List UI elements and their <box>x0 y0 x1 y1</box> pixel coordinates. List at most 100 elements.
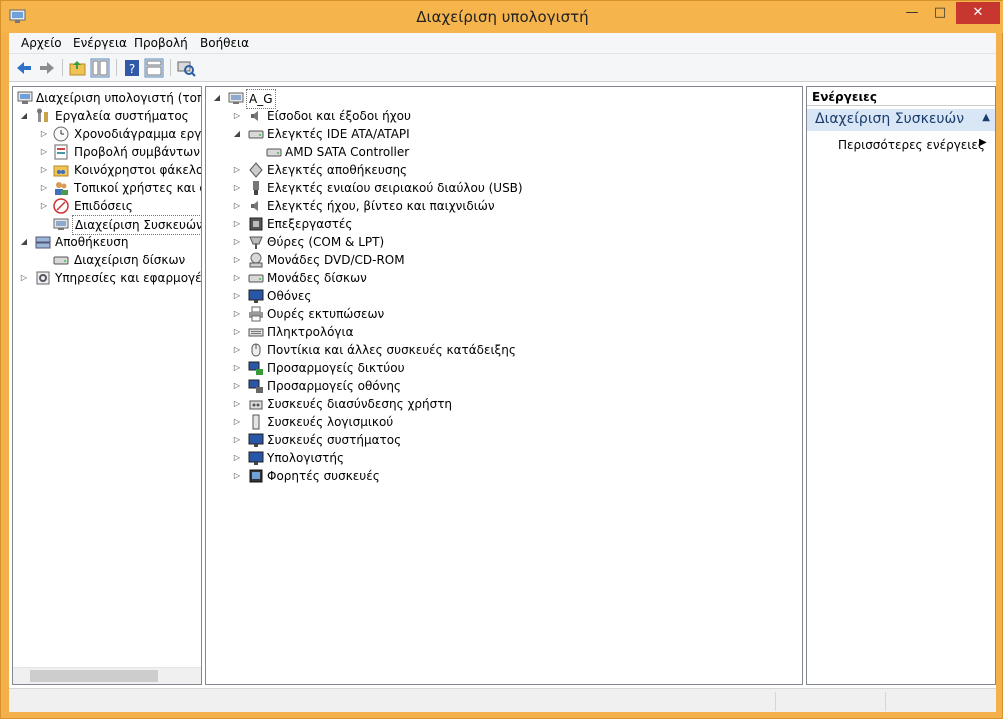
horizontal-scrollbar[interactable] <box>13 667 201 684</box>
tools-icon <box>37 108 48 122</box>
device-category-row[interactable]: ▷ Ελεγκτές ήχου, βίντεο και παιχνιδιών <box>208 197 798 215</box>
show-hide-tree-icon[interactable] <box>90 58 110 78</box>
collapse-arrow-icon[interactable]: ◢ <box>212 89 222 107</box>
collapse-arrow-icon[interactable]: ◢ <box>232 125 242 143</box>
device-category-row[interactable]: ▷ Επεξεργαστές <box>208 215 798 233</box>
expand-arrow-icon[interactable]: ▷ <box>39 197 49 215</box>
expand-arrow-icon[interactable]: ▷ <box>232 107 242 125</box>
tree-device-manager[interactable]: Διαχείριση Συσκευών <box>15 215 201 235</box>
actions-pane: Ενέργειες Διαχείριση Συσκευών ▲ Περισσότ… <box>806 86 996 685</box>
expand-arrow-icon[interactable]: ▷ <box>232 449 242 467</box>
device-category-row[interactable]: ▷ Είσοδοι και έξοδοι ήχου <box>208 107 798 125</box>
computer-icon <box>228 92 244 104</box>
device-category-row[interactable]: ▷ Προσαρμογείς οθόνης <box>208 377 798 395</box>
device-category-row[interactable]: ▷ Συσκευές συστήματος <box>208 431 798 449</box>
device-category-label: Ουρές εκτυπώσεων <box>267 307 385 321</box>
device-category-label: Θύρες (COM & LPT) <box>267 235 385 249</box>
collapse-section-icon[interactable]: ▲ <box>982 112 990 123</box>
expand-arrow-icon[interactable]: ▷ <box>232 431 242 449</box>
expand-arrow-icon[interactable]: ▷ <box>39 143 49 161</box>
device-category-row[interactable]: ▷ Θύρες (COM & LPT) <box>208 233 798 251</box>
device-category-row[interactable]: ▷ Πληκτρολόγια <box>208 323 798 341</box>
expand-arrow-icon[interactable]: ▷ <box>232 287 242 305</box>
tree-disk-management-label: Διαχείριση δίσκων <box>74 253 186 267</box>
expand-arrow-icon[interactable]: ▷ <box>232 179 242 197</box>
expand-arrow-icon[interactable]: ▷ <box>39 125 49 143</box>
tree-disk-management[interactable]: Διαχείριση δίσκων <box>15 251 201 269</box>
expand-arrow-icon[interactable]: ▷ <box>232 377 242 395</box>
expand-arrow-icon[interactable]: ▷ <box>232 215 242 233</box>
tree-local-users[interactable]: ▷ Τοπικοί χρήστες και ομ <box>15 179 201 197</box>
expand-arrow-icon[interactable]: ▷ <box>232 161 242 179</box>
tree-system-tools[interactable]: ◢ Εργαλεία συστήματος <box>15 107 201 125</box>
tree-root[interactable]: Διαχείριση υπολογιστή (τοπικ <box>15 89 201 107</box>
tree-services[interactable]: ▷ Υπηρεσίες και εφαρμογές <box>15 269 201 287</box>
expand-arrow-icon[interactable]: ▷ <box>232 341 242 359</box>
device-category-row[interactable]: ▷ Προσαρμογείς δικτύου <box>208 359 798 377</box>
expand-arrow-icon[interactable]: ▷ <box>232 413 242 431</box>
expand-arrow-icon[interactable]: ▷ <box>232 323 242 341</box>
device-category-row[interactable]: ▷ Ουρές εκτυπώσεων <box>208 305 798 323</box>
device-category-label: Ελεγκτές IDE ATA/ATAPI <box>267 127 410 141</box>
tree-performance[interactable]: ▷ Επιδόσεις <box>15 197 201 215</box>
expand-arrow-icon[interactable]: ▷ <box>232 359 242 377</box>
computer-icon <box>248 451 264 465</box>
device-category-row[interactable]: ▷ Συσκευές λογισμικού <box>208 413 798 431</box>
menu-view[interactable]: Προβολή <box>134 36 188 50</box>
menu-help[interactable]: Βοήθεια <box>200 36 249 50</box>
collapse-arrow-icon[interactable]: ◢ <box>19 233 29 251</box>
device-category-row[interactable]: ◢ Ελεγκτές IDE ATA/ATAPI <box>208 125 798 143</box>
help-icon[interactable]: ? <box>122 58 142 78</box>
tree-shared-folders-label: Κοινόχρηστοι φάκελοι <box>74 163 202 177</box>
expand-arrow-icon[interactable]: ▷ <box>39 179 49 197</box>
collapse-arrow-icon[interactable]: ◢ <box>19 107 29 125</box>
title-bar[interactable]: Διαχείριση υπολογιστή — □ ✕ <box>1 1 1003 33</box>
minimize-button[interactable]: — <box>901 2 923 24</box>
up-folder-icon[interactable] <box>68 58 88 78</box>
device-category-row[interactable]: ▷ Υπολογιστής <box>208 449 798 467</box>
audio-icon <box>251 111 258 121</box>
back-arrow-icon[interactable] <box>14 58 34 78</box>
expand-arrow-icon[interactable]: ▷ <box>232 233 242 251</box>
device-category-label: Προσαρμογείς οθόνης <box>267 379 401 393</box>
tree-task-scheduler[interactable]: ▷ Χρονοδιάγραμμα εργασ <box>15 125 201 143</box>
tree-event-viewer[interactable]: ▷ Προβολή συμβάντων <box>15 143 201 161</box>
dvd-drive-icon <box>249 252 263 268</box>
device-category-row[interactable]: ▷ Ποντίκια και άλλες συσκευές κατάδειξης <box>208 341 798 359</box>
maximize-button[interactable]: □ <box>929 2 951 24</box>
expand-arrow-icon[interactable]: ▷ <box>232 197 242 215</box>
expand-arrow-icon[interactable]: ▷ <box>39 161 49 179</box>
device-category-label: Ελεγκτές ήχου, βίντεο και παιχνιδιών <box>267 199 495 213</box>
device-category-row[interactable]: ▷ Μονάδες DVD/CD-ROM <box>208 251 798 269</box>
expand-arrow-icon[interactable]: ▷ <box>232 395 242 413</box>
device-category-row[interactable]: ▷ Μονάδες δίσκων <box>208 269 798 287</box>
expand-arrow-icon[interactable]: ▷ <box>232 467 242 485</box>
submenu-arrow-icon[interactable]: ▶ <box>979 137 987 148</box>
close-button[interactable]: ✕ <box>956 2 1000 24</box>
show-hide-action-pane-icon[interactable] <box>144 58 164 78</box>
more-actions-link[interactable]: Περισσότερες ενέργειες <box>838 138 985 152</box>
device-category-row[interactable]: ▷ Φορητές συσκευές <box>208 467 798 485</box>
port-icon <box>249 236 263 249</box>
expand-arrow-icon[interactable]: ▷ <box>232 269 242 287</box>
forward-arrow-icon[interactable] <box>37 58 57 78</box>
expand-arrow-icon[interactable]: ▷ <box>232 305 242 323</box>
client-area: Αρχείο Ενέργεια Προβολή Βοήθεια ? Διαχεί… <box>9 33 996 712</box>
device-item-row[interactable]: AMD SATA Controller <box>208 143 798 161</box>
tree-shared-folders[interactable]: ▷ Κοινόχρηστοι φάκελοι <box>15 161 201 179</box>
scan-hardware-icon[interactable] <box>176 58 196 78</box>
device-category-row[interactable]: ▷ Συσκευές διασύνδεσης χρήστη <box>208 395 798 413</box>
expand-arrow-icon[interactable]: ▷ <box>232 251 242 269</box>
scrollbar-thumb[interactable] <box>30 670 158 682</box>
menu-action[interactable]: Ενέργεια <box>73 36 127 50</box>
device-category-row[interactable]: ▷ Ελεγκτές ενιαίου σειριακού διαύλου (US… <box>208 179 798 197</box>
expand-arrow-icon[interactable]: ▷ <box>19 269 29 287</box>
device-category-row[interactable]: ▷ Ελεγκτές αποθήκευσης <box>208 161 798 179</box>
device-category-label: Είσοδοι και έξοδοι ήχου <box>267 109 411 123</box>
actions-section-device-manager[interactable]: Διαχείριση Συσκευών ▲ <box>807 109 995 131</box>
device-root[interactable]: ◢ A_G <box>208 89 508 109</box>
device-category-row[interactable]: ▷ Οθόνες <box>208 287 798 305</box>
tree-storage[interactable]: ◢ Αποθήκευση <box>15 233 201 251</box>
processor-icon <box>249 217 263 231</box>
menu-file[interactable]: Αρχείο <box>21 36 62 50</box>
